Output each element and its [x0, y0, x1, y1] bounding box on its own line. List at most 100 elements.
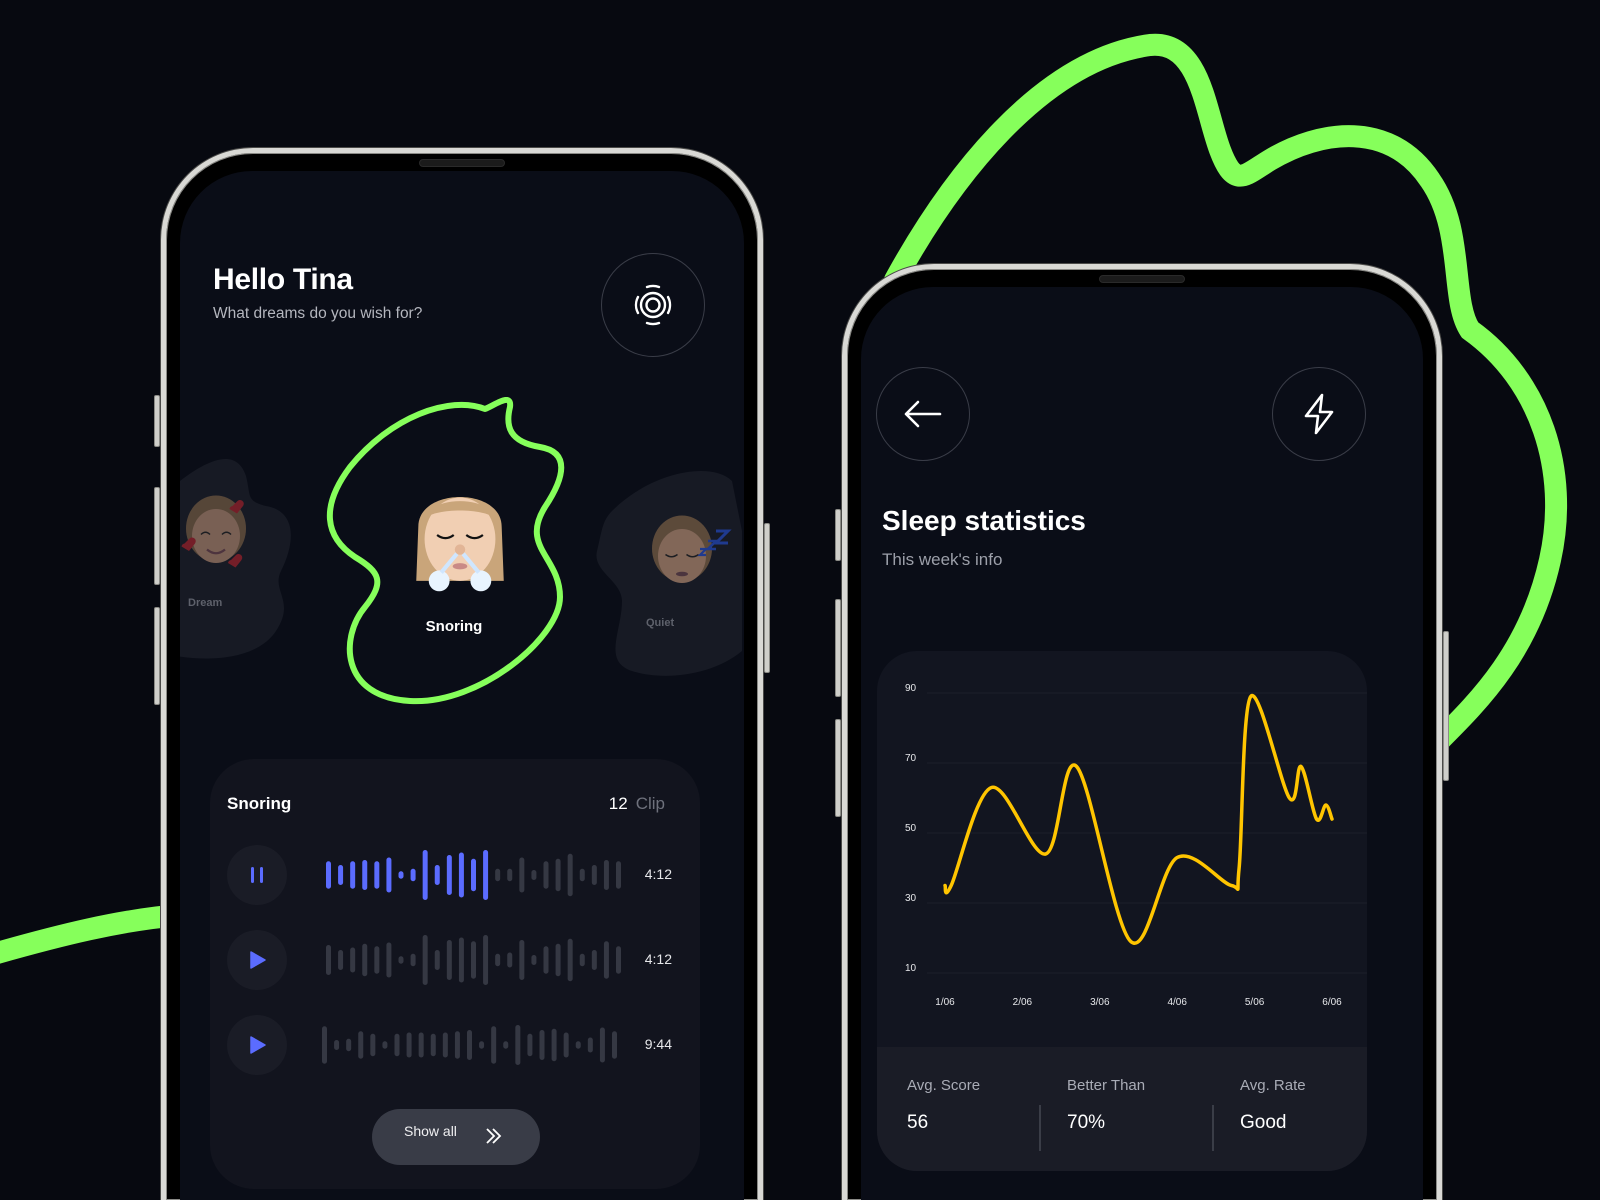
summary-better-than: Better Than 70% [1067, 1077, 1145, 1134]
page-subtitle: This week's info [882, 550, 1003, 569]
waveform-bar [591, 950, 597, 970]
sleep-score-line-chart[interactable]: 90 70 50 30 10 1/06 2/06 3/06 4/06 5/06 6/06 [877, 651, 1367, 1047]
waveform-bar [495, 953, 501, 967]
waveform-bar [442, 1032, 448, 1058]
mood-item-dream[interactable]: Dream [180, 451, 306, 663]
waveform-bar [338, 950, 344, 970]
waveform-bar [612, 1031, 617, 1059]
waveform-bar [398, 871, 404, 879]
mood-label: Snoring [425, 618, 483, 635]
y-tick-label: 10 [905, 963, 917, 974]
play-button[interactable] [227, 1015, 287, 1075]
y-tick-label: 30 [905, 893, 917, 904]
y-tick-label: 50 [905, 823, 917, 834]
waveform-bar [358, 1031, 364, 1059]
clip-duration: 4:12 [644, 866, 672, 882]
pause-button[interactable] [227, 845, 287, 905]
waveform-bar [410, 953, 416, 967]
waveform-bar [338, 865, 344, 885]
clip-duration: 9:44 [644, 1036, 672, 1052]
y-tick-label: 90 [905, 683, 917, 694]
waveform-bar [322, 1026, 327, 1064]
waveform-bar [418, 1032, 424, 1058]
x-tick-label: 3/06 [1090, 997, 1110, 1008]
waveform-bar [370, 1033, 376, 1057]
phone-side-button [154, 395, 160, 447]
sleep-chart-card: 90 70 50 30 10 1/06 2/06 3/06 4/06 5/06 6/06 Avg. … [877, 651, 1367, 1171]
phone-side-button [1443, 631, 1449, 781]
summary-avg-score: Avg. Score 56 [907, 1077, 980, 1134]
clip-row: 4:12 [227, 845, 682, 907]
arrow-left-icon [904, 400, 942, 428]
waveform-bar [398, 956, 404, 964]
waveform-bar [410, 868, 416, 882]
mood-item-snoring[interactable]: Snoring [320, 397, 590, 711]
divider [1212, 1105, 1214, 1151]
waveform-bar [350, 861, 356, 889]
summary-value: 70% [1067, 1112, 1106, 1133]
waveform-bar [394, 1033, 400, 1057]
lightning-button[interactable] [1272, 367, 1366, 461]
waveform-bar [434, 865, 440, 885]
clips-count-unit: Clip [635, 794, 665, 813]
waveform-bar [567, 938, 573, 982]
waveform-bar [527, 1033, 533, 1057]
x-tick-label: 2/06 [1013, 997, 1033, 1008]
x-tick-label: 6/06 [1322, 997, 1342, 1008]
x-tick-label: 1/06 [935, 997, 955, 1008]
summary-label: Better Than [1067, 1077, 1146, 1094]
x-tick-label: 4/06 [1167, 997, 1187, 1008]
phone-side-button [764, 523, 770, 673]
waveform-bar [616, 946, 621, 974]
smiling-face-with-hearts-icon [181, 495, 246, 568]
waveform-bar [406, 1032, 412, 1058]
waveform-bar [495, 868, 501, 882]
y-tick-label: 70 [905, 753, 917, 764]
mood-item-quiet[interactable]: Quiet [592, 471, 742, 683]
play-button[interactable] [227, 930, 287, 990]
play-icon [250, 1036, 266, 1054]
home-screen: Hello Tina What dreams do you wish for? [180, 171, 744, 1200]
waveform[interactable] [322, 845, 622, 905]
back-button[interactable] [876, 367, 970, 461]
waveform[interactable] [322, 1015, 622, 1075]
phone-side-button [154, 607, 160, 705]
waveform-bar [579, 953, 585, 967]
waveform-bar [422, 850, 428, 900]
waveform-bar [483, 935, 489, 985]
double-chevron-right-icon [486, 1128, 502, 1144]
clips-title: Snoring [227, 794, 292, 813]
clips-count-number: 12 [608, 794, 628, 813]
waveform-bar [491, 1026, 497, 1064]
show-all-label: Show all [404, 1123, 457, 1139]
waveform-bar [446, 855, 452, 895]
waveform[interactable] [322, 930, 622, 990]
waveform-bar [430, 1033, 436, 1057]
clips-count: 12 Clip [609, 794, 665, 814]
waveform-bar [531, 870, 537, 880]
waveform-bar [471, 858, 476, 892]
waveform-bar [362, 943, 368, 977]
waveform-bar [507, 868, 513, 882]
phone-speaker [419, 159, 505, 167]
clips-card: Snoring 12 Clip 4:12 4:12 9:44 Show all [210, 759, 700, 1189]
waveform-bar [599, 1027, 605, 1063]
pause-icon [251, 867, 263, 883]
sound-button[interactable] [601, 253, 705, 357]
waveform-bar [434, 950, 440, 970]
greeting-subtitle: What dreams do you wish for? [213, 305, 423, 322]
waveform-bar [519, 857, 525, 893]
waveform-bar [555, 943, 561, 977]
phone-side-button [835, 509, 841, 561]
clip-row: 4:12 [227, 930, 682, 992]
play-icon [250, 951, 266, 969]
statistics-screen: Sleep statistics This week's info 90 70 50… [861, 287, 1423, 1200]
show-all-button[interactable]: Show all [372, 1109, 540, 1165]
waveform-bar [616, 861, 621, 889]
waveform-bar [326, 945, 331, 975]
phone-mockup-home: Hello Tina What dreams do you wish for? [154, 148, 770, 1200]
waveform-bar [458, 852, 464, 898]
phone-mockup-statistics: Sleep statistics This week's info 90 70 50… [835, 264, 1449, 1200]
series-line [943, 694, 1334, 945]
waveform-bar [422, 935, 428, 985]
